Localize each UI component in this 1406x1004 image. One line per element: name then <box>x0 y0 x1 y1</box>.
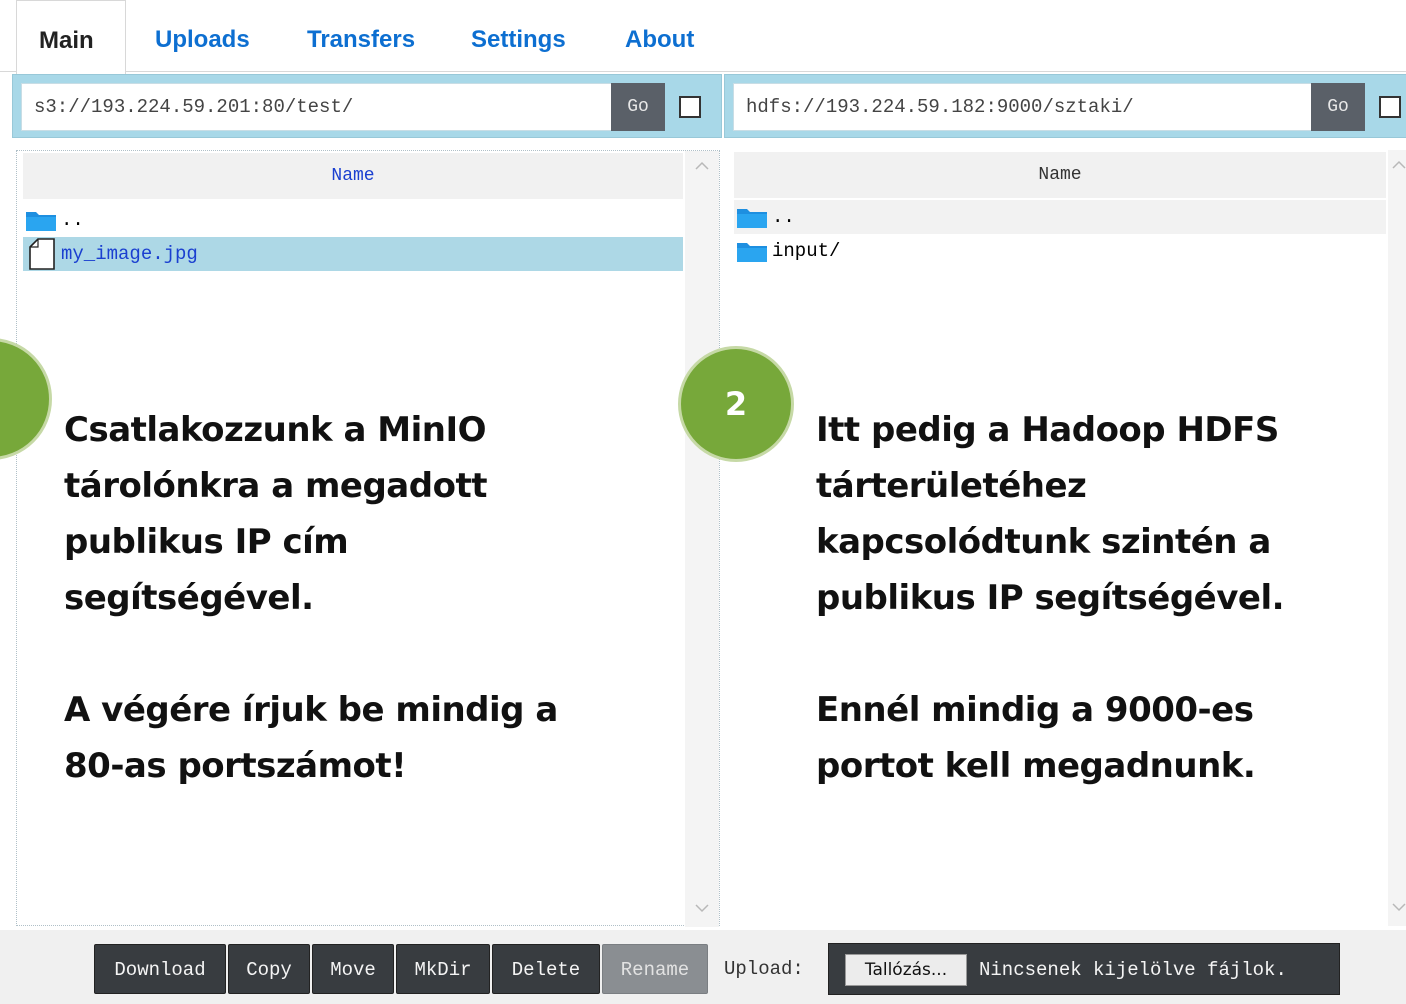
right-select-checkbox[interactable] <box>1379 96 1401 118</box>
left-select-checkbox[interactable] <box>679 96 701 118</box>
right-scrollbar[interactable] <box>1388 150 1406 926</box>
rename-button: Rename <box>602 944 708 994</box>
list-item-label: my_image.jpg <box>61 243 198 265</box>
left-name-column-header[interactable]: Name <box>23 153 683 199</box>
left-annotation-text: Csatlakozzunk a MinIO tárolónkra a megad… <box>64 410 558 786</box>
upload-label: Upload: <box>724 958 804 980</box>
left-scrollbar[interactable] <box>685 151 719 927</box>
file-icon <box>29 238 55 270</box>
browse-button[interactable]: Tallózás... <box>845 954 967 986</box>
left-path-bar: s3://193.224.59.201:80/test/ Go <box>12 74 722 138</box>
mkdir-button[interactable]: MkDir <box>396 944 490 994</box>
scroll-down-icon[interactable] <box>1392 902 1406 912</box>
delete-button[interactable]: Delete <box>492 944 600 994</box>
left-path-input[interactable]: s3://193.224.59.201:80/test/ <box>21 83 619 131</box>
right-go-button[interactable]: Go <box>1311 83 1365 131</box>
download-button[interactable]: Download <box>94 944 226 994</box>
folder-icon <box>737 209 767 228</box>
scroll-up-icon[interactable] <box>695 161 709 171</box>
right-path-bar: hdfs://193.224.59.182:9000/sztaki/ Go <box>724 74 1406 138</box>
right-name-column-header[interactable]: Name <box>734 152 1386 198</box>
upload-file-input[interactable]: Tallózás... Nincsenek kijelölve fájlok. <box>828 943 1340 995</box>
move-button[interactable]: Move <box>312 944 394 994</box>
tab-settings[interactable]: Settings <box>471 0 566 72</box>
right-annotation-text: Itt pedig a Hadoop HDFS tárterületéhez k… <box>816 410 1285 786</box>
tab-about[interactable]: About <box>625 0 694 72</box>
list-item-parent[interactable]: .. <box>23 203 683 237</box>
left-go-button[interactable]: Go <box>611 83 665 131</box>
tab-main[interactable]: Main <box>16 0 126 74</box>
tab-uploads[interactable]: Uploads <box>155 0 250 72</box>
upload-status-text: Nincsenek kijelölve fájlok. <box>979 959 1287 981</box>
copy-button[interactable]: Copy <box>228 944 310 994</box>
folder-icon <box>737 243 767 262</box>
list-item-label: .. <box>772 206 795 228</box>
list-item-selected-file[interactable]: my_image.jpg <box>23 237 683 271</box>
folder-icon <box>26 212 56 231</box>
right-path-input[interactable]: hdfs://193.224.59.182:9000/sztaki/ <box>733 83 1319 131</box>
tab-bar: Main Uploads Transfers Settings About <box>0 0 1406 74</box>
tab-transfers[interactable]: Transfers <box>307 0 415 72</box>
list-item-label: .. <box>61 209 84 231</box>
step-badge-2: 2 <box>678 346 794 462</box>
tab-divider <box>0 71 1406 72</box>
scroll-down-icon[interactable] <box>695 903 709 913</box>
scroll-up-icon[interactable] <box>1392 160 1406 170</box>
list-item-label: input/ <box>772 240 841 262</box>
action-toolbar: Download Copy Move MkDir Delete Rename U… <box>0 930 1406 1004</box>
list-item-parent[interactable]: .. <box>734 200 1386 234</box>
list-item-folder[interactable]: input/ <box>734 234 1386 268</box>
